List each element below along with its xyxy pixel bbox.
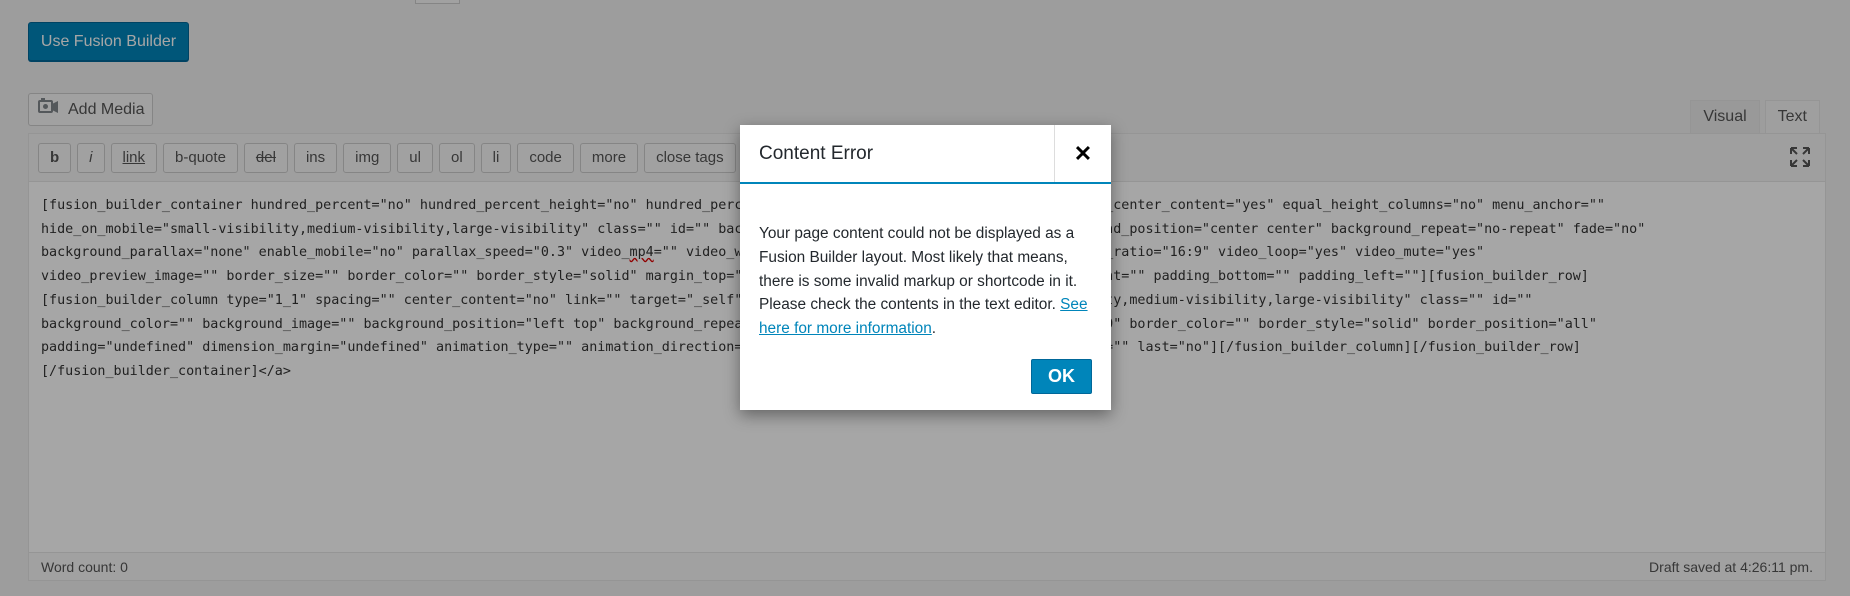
dialog-body: Your page content could not be displayed… <box>740 184 1111 341</box>
content-error-dialog: Content Error ✕ Your page content could … <box>740 125 1111 410</box>
dialog-title: Content Error <box>759 142 874 164</box>
dialog-message: Your page content could not be displayed… <box>759 225 1078 314</box>
dialog-header: Content Error ✕ <box>740 125 1111 184</box>
ok-button[interactable]: OK <box>1031 359 1092 394</box>
close-button[interactable]: ✕ <box>1054 125 1111 182</box>
link-suffix: . <box>931 320 937 338</box>
close-icon: ✕ <box>1073 140 1093 166</box>
